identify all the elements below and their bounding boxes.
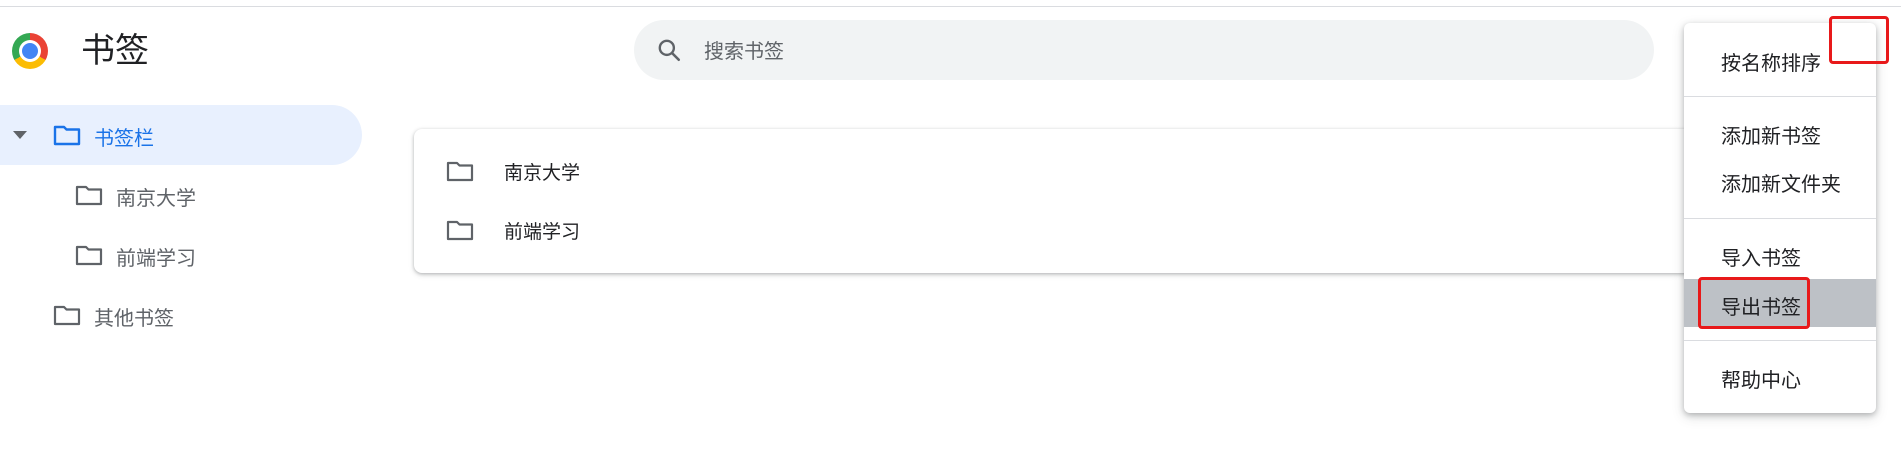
folder-icon xyxy=(75,243,103,267)
sidebar-item-frontend-study[interactable]: 前端学习 xyxy=(0,225,362,285)
chrome-logo-icon xyxy=(12,33,48,69)
menu-item-label: 帮助中心 xyxy=(1721,368,1801,392)
sidebar-item-label: 前端学习 xyxy=(116,246,196,270)
top-border xyxy=(0,0,1901,7)
page-title: 书签 xyxy=(81,31,149,71)
menu-divider xyxy=(1684,340,1876,341)
sidebar-item-nanjing-university[interactable]: 南京大学 xyxy=(0,165,362,225)
sidebar-item-bookmarks-bar[interactable]: 书签栏 xyxy=(0,105,362,165)
bookmark-list: 南京大学 前端学习 xyxy=(414,129,1714,273)
search-icon[interactable] xyxy=(656,37,682,63)
expand-caret-icon[interactable] xyxy=(13,131,27,139)
menu-item-label: 导入书签 xyxy=(1721,246,1801,270)
sidebar-item-other-bookmarks[interactable]: 其他书签 xyxy=(0,285,362,345)
menu-item-add-folder[interactable]: 添加新文件夹 xyxy=(1684,156,1876,204)
menu-item-label: 添加新文件夹 xyxy=(1721,172,1841,196)
organize-menu: 按名称排序 添加新书签 添加新文件夹 导入书签 导出书签 帮助中心 xyxy=(1684,23,1876,413)
menu-divider xyxy=(1684,96,1876,97)
folder-icon xyxy=(53,123,81,147)
folder-icon xyxy=(53,303,81,327)
menu-item-label: 添加新书签 xyxy=(1721,124,1821,148)
annotation-box-menu-button xyxy=(1829,16,1889,64)
folder-icon xyxy=(446,218,474,242)
annotation-box-export xyxy=(1698,277,1810,329)
list-item-nanjing-university[interactable]: 南京大学 xyxy=(414,142,1714,200)
list-item-frontend-study[interactable]: 前端学习 xyxy=(414,201,1714,259)
bookmarks-page: 书签 书签栏 南京大学 前端学习 xyxy=(0,0,1901,476)
search-bar[interactable] xyxy=(634,20,1654,80)
list-item-label: 前端学习 xyxy=(504,221,581,243)
menu-item-label: 按名称排序 xyxy=(1721,51,1821,75)
menu-item-add-bookmark[interactable]: 添加新书签 xyxy=(1684,108,1876,156)
menu-item-import-bookmarks[interactable]: 导入书签 xyxy=(1684,230,1876,278)
search-input[interactable] xyxy=(702,30,1606,72)
list-item-label: 南京大学 xyxy=(504,162,581,184)
menu-item-help-center[interactable]: 帮助中心 xyxy=(1684,352,1876,400)
menu-divider xyxy=(1684,218,1876,219)
folder-icon xyxy=(446,159,474,183)
sidebar-item-label: 其他书签 xyxy=(94,306,174,330)
sidebar-item-label: 书签栏 xyxy=(94,126,154,150)
sidebar-item-label: 南京大学 xyxy=(116,186,196,210)
folder-icon xyxy=(75,183,103,207)
